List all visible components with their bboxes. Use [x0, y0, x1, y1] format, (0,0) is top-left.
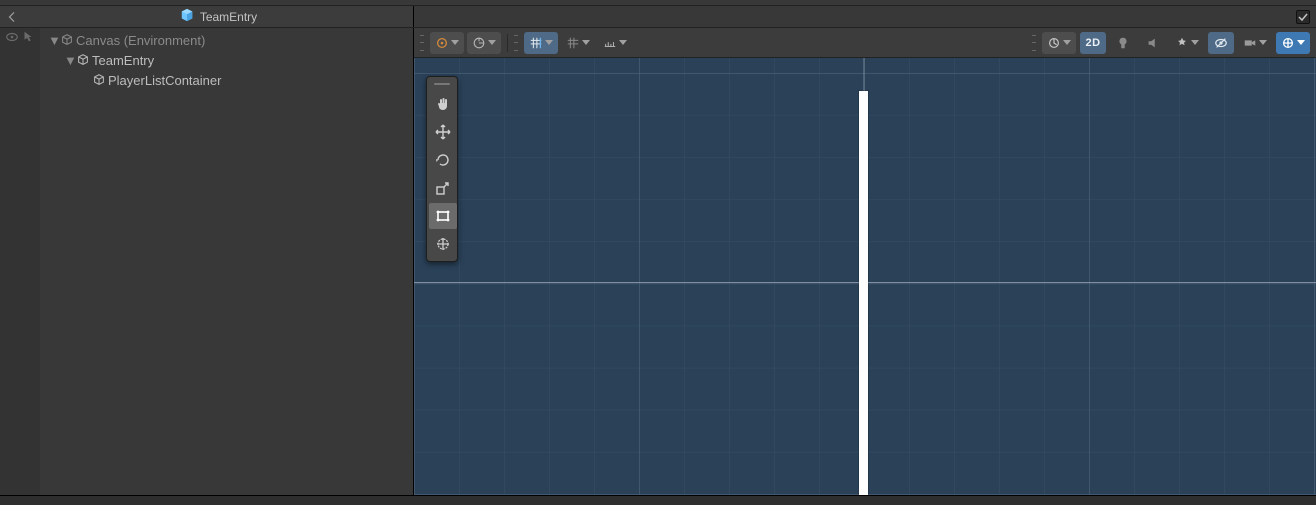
prefab-breadcrumb[interactable]: TeamEntry: [24, 8, 413, 25]
hierarchy-label: PlayerListContainer: [108, 73, 221, 88]
scene-camera-button[interactable]: [1238, 32, 1272, 54]
hierarchy-panel: ▼ Canvas (Environment) ▼ TeamEntry: [0, 28, 414, 495]
hierarchy-visibility-column: [0, 28, 40, 495]
chevron-down-icon: [451, 40, 459, 45]
selected-canvas-rect[interactable]: [859, 91, 868, 495]
chevron-down-icon: [619, 40, 627, 45]
scene-fx-button[interactable]: [1170, 32, 1204, 54]
transform-tool-button[interactable]: [429, 231, 457, 257]
hierarchy-label: TeamEntry: [92, 53, 154, 68]
hand-tool-button[interactable]: [429, 91, 457, 117]
chevron-down-icon: [1063, 40, 1071, 45]
gameobject-icon: [92, 73, 106, 87]
scene-pickability-icon[interactable]: [21, 30, 35, 47]
tool-pivot-mode-button[interactable]: [430, 32, 464, 54]
hierarchy-label: Canvas (Environment): [76, 33, 205, 48]
hierarchy-item-canvas-env[interactable]: ▼ Canvas (Environment): [40, 30, 413, 50]
debug-draw-mode-button[interactable]: [1042, 32, 1076, 54]
status-bar: [0, 495, 1316, 505]
gameobject-icon: [60, 33, 74, 47]
view-2d-label: 2D: [1085, 37, 1100, 49]
prefab-back-button[interactable]: [0, 6, 24, 27]
chevron-down-icon: [488, 40, 496, 45]
scene-visibility-toggle[interactable]: [1208, 32, 1234, 54]
prefab-name: TeamEntry: [200, 10, 257, 24]
chevron-down-icon[interactable]: ▼: [64, 53, 74, 68]
scene-lighting-toggle[interactable]: [1110, 32, 1136, 54]
chevron-down-icon: [1297, 40, 1305, 45]
scene-canvas[interactable]: [414, 58, 1316, 495]
hierarchy-tree[interactable]: ▼ Canvas (Environment) ▼ TeamEntry: [40, 28, 413, 495]
hierarchy-item-teamentry[interactable]: ▼ TeamEntry: [40, 50, 413, 70]
toolbar-grip[interactable]: [514, 35, 518, 51]
chevron-down-icon[interactable]: ▼: [48, 33, 58, 48]
chevron-down-icon: [545, 40, 553, 45]
scene-toolbar: 2D: [414, 28, 1316, 58]
tool-strip-drag-handle[interactable]: [429, 81, 455, 87]
checkmark-icon: [1296, 10, 1310, 24]
hierarchy-item-playerlistcontainer[interactable]: ▼ PlayerListContainer: [40, 70, 413, 90]
increment-snapping-button[interactable]: [598, 32, 632, 54]
scale-tool-button[interactable]: [429, 175, 457, 201]
prefab-icon: [180, 8, 194, 25]
auto-save-toggle[interactable]: [1296, 6, 1310, 27]
view-2d-toggle[interactable]: 2D: [1080, 32, 1106, 54]
tool-handle-rotation-button[interactable]: [467, 32, 501, 54]
grid-snapping-button[interactable]: [561, 32, 595, 54]
scene-visibility-icon[interactable]: [5, 30, 19, 47]
transform-tool-strip: [426, 76, 458, 262]
toolbar-grip[interactable]: [420, 35, 424, 51]
grid-visibility-button[interactable]: [524, 32, 558, 54]
breadcrumb-bar: TeamEntry: [0, 6, 1316, 28]
gameobject-icon: [76, 53, 90, 67]
rotate-tool-button[interactable]: [429, 147, 457, 173]
gizmos-button[interactable]: [1276, 32, 1310, 54]
scene-audio-toggle[interactable]: [1140, 32, 1166, 54]
move-tool-button[interactable]: [429, 119, 457, 145]
chevron-down-icon: [1259, 40, 1267, 45]
chevron-down-icon: [1191, 40, 1199, 45]
scene-view[interactable]: 2D: [414, 28, 1316, 495]
rect-tool-button[interactable]: [429, 203, 457, 229]
toolbar-grip[interactable]: [1032, 35, 1036, 51]
chevron-down-icon: [582, 40, 590, 45]
